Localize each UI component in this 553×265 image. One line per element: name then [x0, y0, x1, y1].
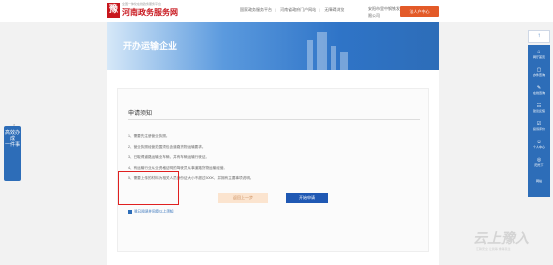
sidebar-item-label: 网厅首页	[532, 55, 545, 59]
legal-person-center-button[interactable]: 法人户中心	[400, 6, 439, 17]
skyline-decoration	[307, 40, 313, 70]
henan-logo-icon[interactable]: 豫	[107, 3, 120, 18]
skyline-decoration	[317, 32, 327, 70]
page-banner: 开办运输企业	[107, 22, 439, 70]
back-to-top-icon[interactable]: ↑	[528, 30, 550, 43]
sidebar-item-label: 建议反馈	[532, 109, 545, 113]
notice-panel: 申请须知 1、需要先注册营业执照。 2、营业执照经营范围须包含道路货物运输要求。…	[117, 88, 429, 252]
nav-separator: |	[319, 7, 321, 12]
main-card: 申请须知 1、需要先注册营业执照。 2、营业执照经营范围须包含道路货物运输要求。…	[107, 70, 439, 265]
tab-line: 一件事	[4, 142, 20, 148]
close-icon[interactable]: ×	[13, 122, 18, 127]
sidebar-item-complaint[interactable]: ☑ 投诉评价	[528, 121, 550, 131]
notice-item: 3、已取得道路运输业车辆，并有车辆运输行驶证。	[128, 155, 210, 159]
top-nav: 国家政务服务平台 | 河南省政府门户网站 | 无障碍浏览	[240, 7, 347, 13]
sidebar-item-sunshine[interactable]: ◎ 阳光下	[528, 157, 550, 167]
logo-subtitle: 全国一体化在线政务服务平台	[122, 2, 162, 6]
notice-item: 1、需要先注册营业执照。	[128, 134, 170, 138]
right-sidebar: ⌂ 网厅首页 ▢ 办件查询 ✎ 在线咨询 ☷ 建议反馈 ☑ 投诉评价 ☺ 个人中…	[528, 45, 550, 197]
start-application-button[interactable]: 开始申请	[286, 193, 328, 203]
top-header: 豫 全国一体化在线政务服务平台 河南政务服务网 国家政务服务平台 | 河南省政府门…	[0, 0, 553, 22]
sidebar-item-label: 投诉评价	[532, 127, 545, 131]
divider	[128, 119, 420, 120]
agree-checkbox[interactable]	[128, 209, 132, 214]
notice-heading: 申请须知	[128, 111, 153, 117]
agree-label[interactable]: 我已阅读并同意以上须知	[134, 209, 174, 213]
nav-link-accessibility[interactable]: 无障碍浏览	[324, 7, 344, 12]
sidebar-item-case-query[interactable]: ▢ 办件查询	[528, 67, 550, 77]
back-button[interactable]: 返回上一步	[218, 193, 268, 203]
highlight-annotation	[118, 171, 179, 205]
sidebar-item-personal-center[interactable]: ☺ 个人中心	[528, 139, 550, 149]
sidebar-item-hall-home[interactable]: ⌂ 网厅首页	[528, 49, 550, 59]
sidebar-item-label: 个人中心	[532, 145, 545, 149]
sidebar-item-website[interactable]: 网站	[528, 179, 550, 183]
sidebar-item-label: 阳光下	[534, 163, 544, 167]
nav-link-provincial-portal[interactable]: 河南省政府门户网站	[280, 7, 316, 12]
watermark-slogan: 汇聊安全 让我等 重等民生	[476, 247, 511, 251]
sidebar-item-label: 在线咨询	[532, 91, 545, 95]
sidebar-item-feedback[interactable]: ☷ 建议反馈	[528, 103, 550, 113]
site-title[interactable]: 河南政务服务网	[122, 7, 178, 18]
sidebar-item-label: 网站	[535, 179, 542, 183]
skyline-decoration	[340, 52, 348, 70]
notice-item: 2、营业执照经营范围须包含道路货物运输要求。	[128, 144, 206, 149]
watermark-logo: 云上豫入	[473, 231, 529, 247]
sidebar-item-label: 办件查询	[532, 73, 545, 77]
sidebar-item-online-consult[interactable]: ✎ 在线咨询	[528, 85, 550, 95]
tab-line: 高效办成	[4, 130, 20, 142]
skyline-decoration	[331, 46, 336, 70]
page-title: 开办运输企业	[123, 41, 178, 51]
nav-link-national-platform[interactable]: 国家政务服务平台	[240, 7, 272, 12]
nav-separator: |	[275, 7, 277, 12]
one-thing-tab[interactable]: 高效办成 一件事	[4, 126, 21, 181]
